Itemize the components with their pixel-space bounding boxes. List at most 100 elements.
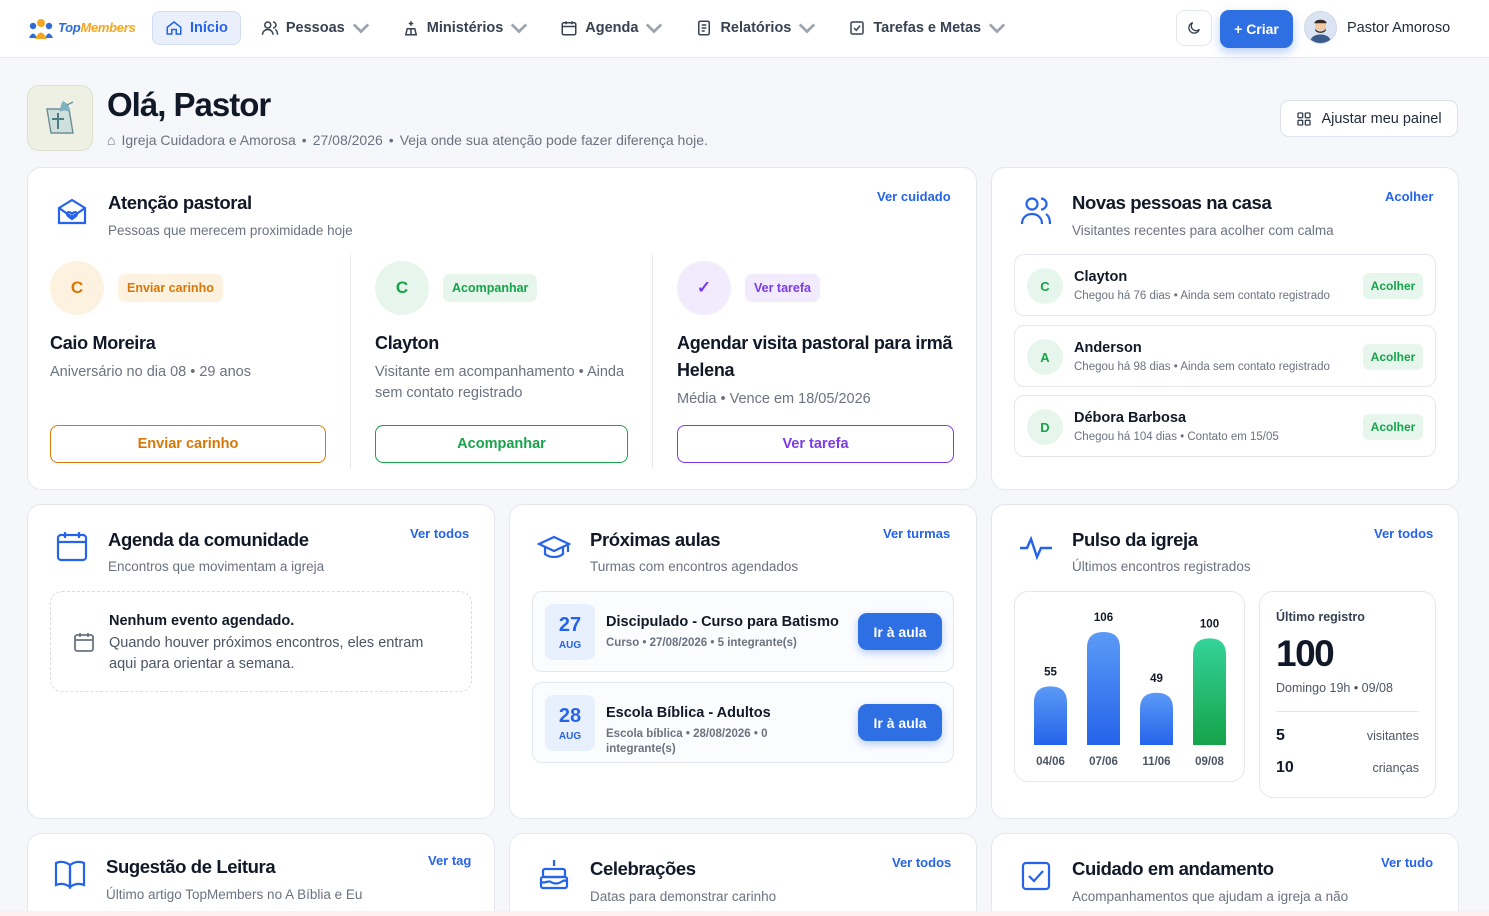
page-subtitle: ⌂ Igreja Cuidadora e Amorosa • 27/08/202… (107, 132, 708, 148)
card-subtitle: Acompanhamentos que ajudam a igreja a nã… (1072, 889, 1349, 904)
welcome-button[interactable]: Acolher (1363, 344, 1423, 370)
moon-icon (1188, 22, 1200, 34)
calendar-icon (74, 633, 94, 652)
hero-message: Veja onde sua atenção pode fazer diferen… (399, 132, 708, 148)
person-initial: D (1027, 409, 1063, 445)
visitors-value: 5 (1276, 727, 1285, 744)
church-illustration (27, 85, 93, 151)
task-name: Agendar visita pastoral para irmã Helena (677, 333, 953, 380)
adjust-panel-label: Ajustar meu painel (1321, 110, 1442, 127)
empty-state: Nenhum evento agendado. Quando houver pr… (50, 591, 472, 692)
nav-item-agenda[interactable]: Agenda (548, 11, 675, 45)
brand-logo[interactable]: TopMembers (27, 14, 136, 40)
class-item[interactable]: 28 AUG Escola Bíblica - Adultos Escola b… (532, 682, 954, 763)
see-tag-link[interactable]: Ver tag (428, 853, 471, 868)
last-record-label: Último registro (1276, 610, 1365, 624)
see-classes-link[interactable]: Ver turmas (883, 526, 950, 541)
card-title: Pulso da igreja (1072, 529, 1198, 550)
visitors-label: visitantes (1366, 729, 1419, 743)
chart-bar (1193, 638, 1226, 745)
welcome-link[interactable]: Acolher (1385, 189, 1433, 204)
go-to-class-button[interactable]: Ir à aula (858, 613, 942, 650)
see-all-link[interactable]: Ver todos (410, 526, 469, 541)
nav-item-label: Agenda (585, 20, 639, 36)
see-all-link[interactable]: Ver todos (892, 855, 951, 870)
send-care-button[interactable]: Enviar carinho (50, 425, 326, 463)
x-tick-label: 07/06 (1089, 756, 1118, 768)
chart-bar (1034, 686, 1067, 745)
card-subtitle: Último artigo TopMembers no A Bíblia e E… (106, 887, 363, 902)
see-all-link[interactable]: Ver todos (1374, 526, 1433, 541)
nav-item-label: Ministérios (426, 20, 504, 36)
card-subtitle: Últimos encontros registrados (1072, 559, 1251, 574)
list-item[interactable]: A Anderson Chegou há 98 dias • Ainda sem… (1014, 325, 1436, 387)
create-button[interactable]: + Criar (1220, 10, 1293, 48)
last-record-when: Domingo 19h • 09/08 (1276, 681, 1393, 695)
person-name: Clayton (375, 333, 439, 353)
date-day: 27 (558, 613, 582, 636)
chart-bar (1140, 692, 1173, 745)
empty-text: Quando houver próximos encontros, eles e… (109, 635, 424, 672)
list-item[interactable]: C Clayton Chegou há 76 dias • Ainda sem … (1014, 254, 1436, 316)
chevron-down-icon (646, 23, 663, 34)
users-icon (1020, 197, 1052, 225)
class-name: Escola Bíblica - Adultos (606, 705, 771, 721)
chevron-down-icon (988, 23, 1006, 34)
nav-item-pessoas[interactable]: Pessoas (249, 11, 382, 45)
nav-item-ministerios[interactable]: Ministérios (390, 11, 541, 45)
date-month: AUG (558, 730, 582, 742)
person-initial: C (1027, 268, 1063, 304)
chart-svg: 55 04/06 106 07/06 49 11/06 100 09/08 (1034, 612, 1226, 768)
x-tick-label: 09/08 (1195, 756, 1224, 768)
current-date: 27/08/2026 (312, 132, 383, 148)
list-item[interactable]: D Débora Barbosa Chegou há 104 dias • Co… (1014, 395, 1436, 457)
see-task-button[interactable]: Ver tarefa (677, 425, 954, 463)
divider (652, 255, 653, 468)
page-bottom-strip (0, 911, 1489, 916)
nav-item-tarefas[interactable]: Tarefas e Metas (836, 11, 1018, 45)
separator: • (301, 132, 307, 148)
person-description: Aniversário no dia 08 • 29 anos (50, 364, 251, 380)
go-to-class-button[interactable]: Ir à aula (858, 704, 942, 741)
nav-item-relatorios[interactable]: Relatórios (683, 11, 828, 45)
person-initial: A (1027, 339, 1063, 375)
open-book-icon (54, 860, 86, 890)
user-menu[interactable]: Pastor Amoroso (1304, 11, 1450, 44)
nav-item-inicio[interactable]: Início (152, 11, 241, 45)
card-title: Novas pessoas na casa (1072, 192, 1272, 213)
see-all-link[interactable]: Ver tudo (1381, 855, 1433, 870)
person-initial: C (50, 261, 104, 315)
card-title: Cuidado em andamento (1072, 858, 1274, 879)
pulse-icon (1020, 535, 1052, 561)
follow-up-button[interactable]: Acompanhar (375, 425, 628, 463)
person-name: Anderson (1074, 340, 1142, 356)
church-name: Igreja Cuidadora e Amorosa (121, 132, 296, 148)
x-tick-label: 04/06 (1036, 756, 1065, 768)
divider (350, 255, 351, 468)
person-description: Chegou há 76 dias • Ainda sem contato re… (1074, 290, 1330, 302)
graduation-cap-icon (537, 535, 571, 559)
class-item[interactable]: 27 AUG Discipulado - Curso para Batismo … (532, 591, 954, 672)
date-badge: 28 AUG (545, 695, 595, 751)
card-title: Agenda da comunidade (108, 529, 309, 550)
home-icon (166, 21, 182, 35)
chevron-down-icon (352, 23, 369, 34)
status-badge: Ver tarefa (745, 274, 820, 302)
class-meta: Curso • 27/08/2026 • 5 integrante(s) (606, 637, 797, 649)
adjust-panel-button[interactable]: Ajustar meu painel (1280, 100, 1458, 137)
card-title: Próximas aulas (590, 529, 721, 550)
welcome-button[interactable]: Acolher (1363, 273, 1423, 299)
see-care-link[interactable]: Ver cuidado (877, 189, 951, 204)
theme-toggle-button[interactable] (1176, 10, 1212, 46)
welcome-button[interactable]: Acolher (1363, 414, 1423, 440)
date-day: 28 (558, 704, 582, 727)
person-description: Visitante em acompanhamento • Ainda sem … (375, 364, 625, 401)
cake-icon (539, 860, 569, 890)
checkbox-icon (1021, 861, 1051, 891)
card-title: Sugestão de Leitura (106, 856, 276, 877)
chevron-down-icon (511, 23, 528, 34)
grid-icon (1297, 111, 1312, 126)
status-badge: Acompanhar (443, 274, 538, 302)
person-description: Chegou há 104 dias • Contato em 15/05 (1074, 431, 1279, 443)
card-title: Celebrações (590, 858, 696, 879)
